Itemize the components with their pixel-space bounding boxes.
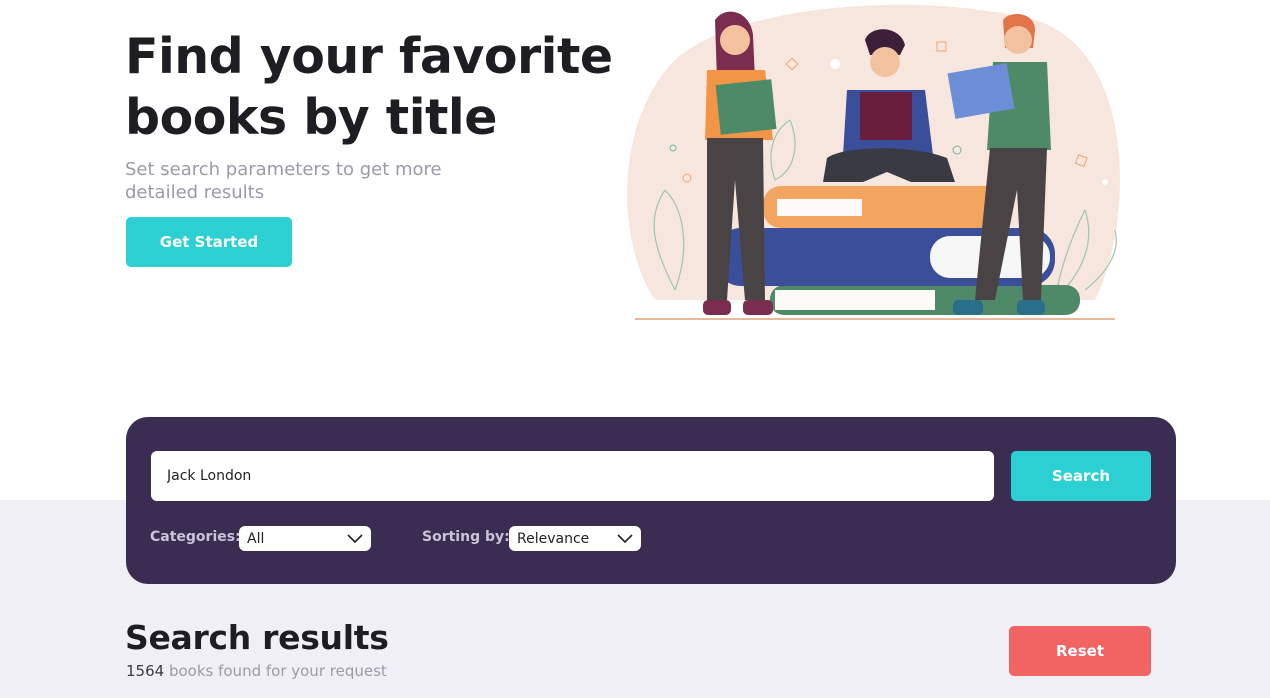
results-count: 1564 books found for your request: [126, 662, 387, 680]
results-title: Search results: [125, 618, 389, 657]
chevron-down-icon: [617, 533, 633, 543]
search-button[interactable]: Search: [1011, 451, 1151, 501]
reset-button[interactable]: Reset: [1009, 626, 1151, 676]
results-count-number: 1564: [126, 662, 165, 680]
search-input[interactable]: [151, 451, 994, 501]
hero-title-line-1: Find your favorite: [125, 28, 613, 85]
hero-title: Find your favorite books by title: [125, 26, 625, 148]
chevron-down-icon: [347, 533, 363, 543]
sorting-selected-value: Relevance: [517, 530, 590, 547]
page: Find your favorite books by title Set se…: [0, 0, 1270, 698]
categories-selected-value: All: [247, 530, 265, 547]
sorting-label: Sorting by:: [422, 529, 510, 545]
hero-subtitle: Set search parameters to get more detail…: [125, 159, 442, 203]
get-started-button[interactable]: Get Started: [126, 217, 292, 267]
categories-select[interactable]: All: [239, 526, 371, 551]
sorting-select[interactable]: Relevance: [509, 526, 641, 551]
people-reading-books-illustration: [627, 4, 1120, 320]
search-panel: Search Categories: All Sorting by: Relev…: [126, 417, 1176, 584]
results-count-suffix: books found for your request: [164, 662, 387, 680]
categories-label: Categories:: [150, 529, 241, 545]
hero-title-line-2: books by title: [125, 89, 497, 146]
